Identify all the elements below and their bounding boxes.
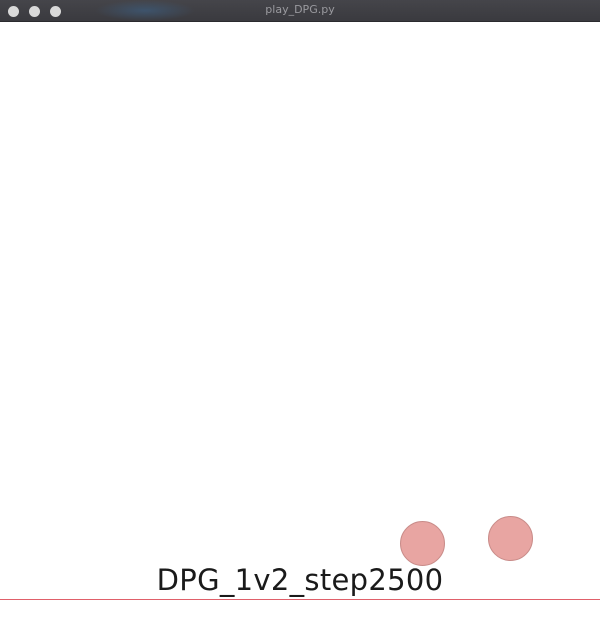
ground-line <box>0 599 600 600</box>
agent-circle <box>488 516 533 561</box>
app-window: play_DPG.py DPG_1v2_step2500 <box>0 0 600 621</box>
window-title: play_DPG.py <box>265 3 335 16</box>
step-caption: DPG_1v2_step2500 <box>156 563 444 597</box>
render-canvas: DPG_1v2_step2500 <box>0 22 600 621</box>
agent-circle <box>400 521 445 566</box>
title-bar[interactable]: play_DPG.py <box>0 0 600 22</box>
